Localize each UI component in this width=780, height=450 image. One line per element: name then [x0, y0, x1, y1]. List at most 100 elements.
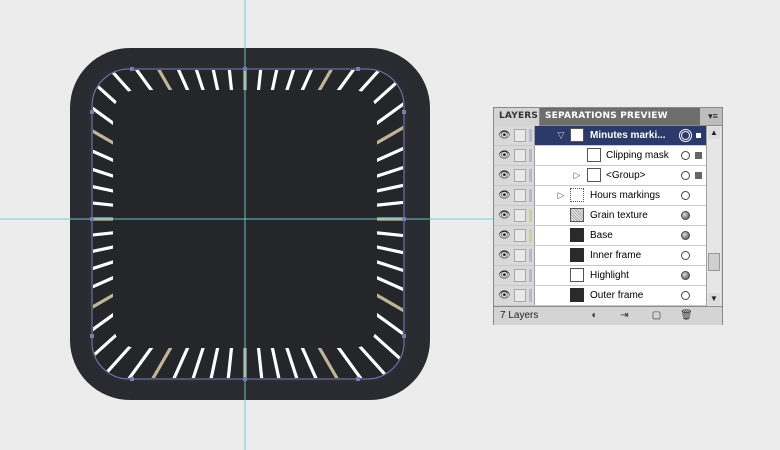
layer-thumbnail	[570, 128, 584, 142]
layer-name: Outer frame	[590, 290, 644, 301]
visibility-eye-icon[interactable]: 👁	[498, 190, 511, 201]
anchor-point[interactable]	[130, 377, 134, 381]
layer-thumbnail	[587, 168, 601, 182]
visibility-eye-icon[interactable]: 👁	[498, 290, 511, 301]
layer-name: <Group>	[606, 170, 646, 181]
create-sublayer-icon[interactable]: ⇥	[618, 310, 631, 322]
layer-name: Inner frame	[590, 250, 642, 261]
target-circle-icon[interactable]	[681, 171, 690, 180]
scroll-down-arrow-icon[interactable]: ▼	[708, 293, 720, 305]
anchor-point[interactable]	[356, 377, 360, 381]
layer-name: Base	[590, 230, 613, 241]
anchor-point[interactable]	[90, 217, 94, 221]
layer-list-scrollbar[interactable]: ▲ ▼	[706, 126, 721, 306]
delete-layer-icon[interactable]: 🗑	[680, 310, 693, 322]
layer-count: 7 Layers	[500, 310, 539, 321]
scroll-thumb[interactable]	[708, 253, 720, 271]
anchor-point[interactable]	[90, 110, 94, 114]
layer-thumbnail	[570, 208, 584, 222]
layer-row-highlight[interactable]: 👁 Highlight	[494, 266, 706, 286]
anchor-point[interactable]	[130, 67, 134, 71]
layer-name: Hours markings	[590, 190, 661, 201]
target-circle-icon[interactable]	[681, 151, 690, 160]
layer-color-bar	[529, 129, 532, 142]
visibility-eye-icon[interactable]: 👁	[498, 150, 511, 161]
target-filled-icon[interactable]	[681, 211, 690, 220]
layer-row-grain-texture[interactable]: 👁 Grain texture	[494, 206, 706, 226]
visibility-eye-icon[interactable]: 👁	[498, 210, 511, 221]
layer-name: Grain texture	[590, 210, 648, 221]
anchor-point[interactable]	[402, 217, 406, 221]
lock-toggle[interactable]	[514, 169, 526, 182]
layer-row-base[interactable]: 👁 Base	[494, 226, 706, 246]
row-gutter: 👁	[494, 126, 535, 145]
layer-thumbnail	[570, 288, 584, 302]
row-gutter: 👁	[494, 186, 535, 205]
lock-toggle[interactable]	[514, 249, 526, 262]
anchor-point[interactable]	[402, 110, 406, 114]
layer-color-bar	[529, 229, 532, 242]
layer-row-inner-frame[interactable]: 👁 Inner frame	[494, 246, 706, 266]
lock-toggle[interactable]	[514, 149, 526, 162]
selection-square-icon[interactable]	[695, 152, 702, 159]
visibility-eye-icon[interactable]: 👁	[498, 230, 511, 241]
layer-thumbnail	[570, 188, 584, 202]
layer-row-hours-markings[interactable]: 👁 ▷ Hours markings	[494, 186, 706, 206]
layer-row-group[interactable]: 👁 ▷ <Group>	[494, 166, 706, 186]
target-circle-icon[interactable]	[681, 251, 690, 260]
target-circle-icon[interactable]	[681, 191, 690, 200]
panel-footer: 7 Layers ◐ ⇥ ▢ 🗑	[494, 306, 722, 325]
layer-color-bar	[529, 149, 532, 162]
panel-menu-icon[interactable]: ▾≡	[707, 111, 719, 121]
visibility-eye-icon[interactable]: 👁	[498, 170, 511, 181]
target-filled-icon[interactable]	[681, 231, 690, 240]
layer-name: Highlight	[590, 270, 629, 281]
row-gutter: 👁	[494, 266, 535, 285]
lock-toggle[interactable]	[514, 209, 526, 222]
layer-color-bar	[529, 189, 532, 202]
lock-toggle[interactable]	[514, 129, 526, 142]
new-layer-icon[interactable]: ▢	[650, 310, 663, 322]
selection-square-icon[interactable]	[695, 132, 702, 139]
anchor-point[interactable]	[243, 67, 247, 71]
target-ring-icon[interactable]	[681, 131, 690, 140]
tab-layers[interactable]: LAYERS	[494, 108, 540, 126]
layer-color-bar	[529, 269, 532, 282]
scroll-up-arrow-icon[interactable]: ▲	[708, 127, 720, 139]
selection-square-icon[interactable]	[695, 172, 702, 179]
row-gutter: 👁	[494, 246, 535, 265]
layer-row-minutes-markings[interactable]: 👁 ▽ Minutes marki...	[494, 126, 706, 146]
layers-panel: LAYERS SEPARATIONS PREVIEW ▾≡ 👁 ▽ Minute…	[493, 107, 723, 325]
layer-name: Minutes marki...	[590, 130, 666, 141]
lock-toggle[interactable]	[514, 229, 526, 242]
layer-thumbnail	[587, 148, 601, 162]
layer-thumbnail	[570, 268, 584, 282]
anchor-point[interactable]	[243, 377, 247, 381]
anchor-point[interactable]	[402, 334, 406, 338]
lock-toggle[interactable]	[514, 269, 526, 282]
lock-toggle[interactable]	[514, 189, 526, 202]
disclosure-open-icon[interactable]: ▽	[556, 130, 566, 141]
layer-name: Clipping mask	[606, 150, 669, 161]
anchor-point[interactable]	[356, 67, 360, 71]
visibility-eye-icon[interactable]: 👁	[498, 130, 511, 141]
target-filled-icon[interactable]	[681, 271, 690, 280]
disclosure-closed-icon[interactable]: ▷	[556, 190, 566, 201]
make-clipping-mask-icon[interactable]: ◐	[588, 310, 601, 322]
disclosure-closed-icon[interactable]: ▷	[572, 170, 582, 181]
layer-row-clipping-mask[interactable]: 👁 Clipping mask	[494, 146, 706, 166]
layer-thumbnail	[570, 248, 584, 262]
row-gutter: 👁	[494, 206, 535, 225]
layer-list: 👁 ▽ Minutes marki... 👁 Clipping mask 👁 ▷…	[494, 126, 706, 306]
visibility-eye-icon[interactable]: 👁	[498, 270, 511, 281]
lock-toggle[interactable]	[514, 289, 526, 302]
visibility-eye-icon[interactable]: 👁	[498, 250, 511, 261]
tab-separations-preview[interactable]: SEPARATIONS PREVIEW	[540, 108, 700, 125]
layer-color-bar	[529, 249, 532, 262]
layer-row-outer-frame[interactable]: 👁 Outer frame	[494, 286, 706, 306]
dial-icon-artwork[interactable]	[0, 0, 495, 450]
target-circle-icon[interactable]	[681, 291, 690, 300]
panel-tab-bar: LAYERS SEPARATIONS PREVIEW ▾≡	[494, 108, 722, 126]
row-gutter: 👁	[494, 166, 535, 185]
anchor-point[interactable]	[90, 334, 94, 338]
